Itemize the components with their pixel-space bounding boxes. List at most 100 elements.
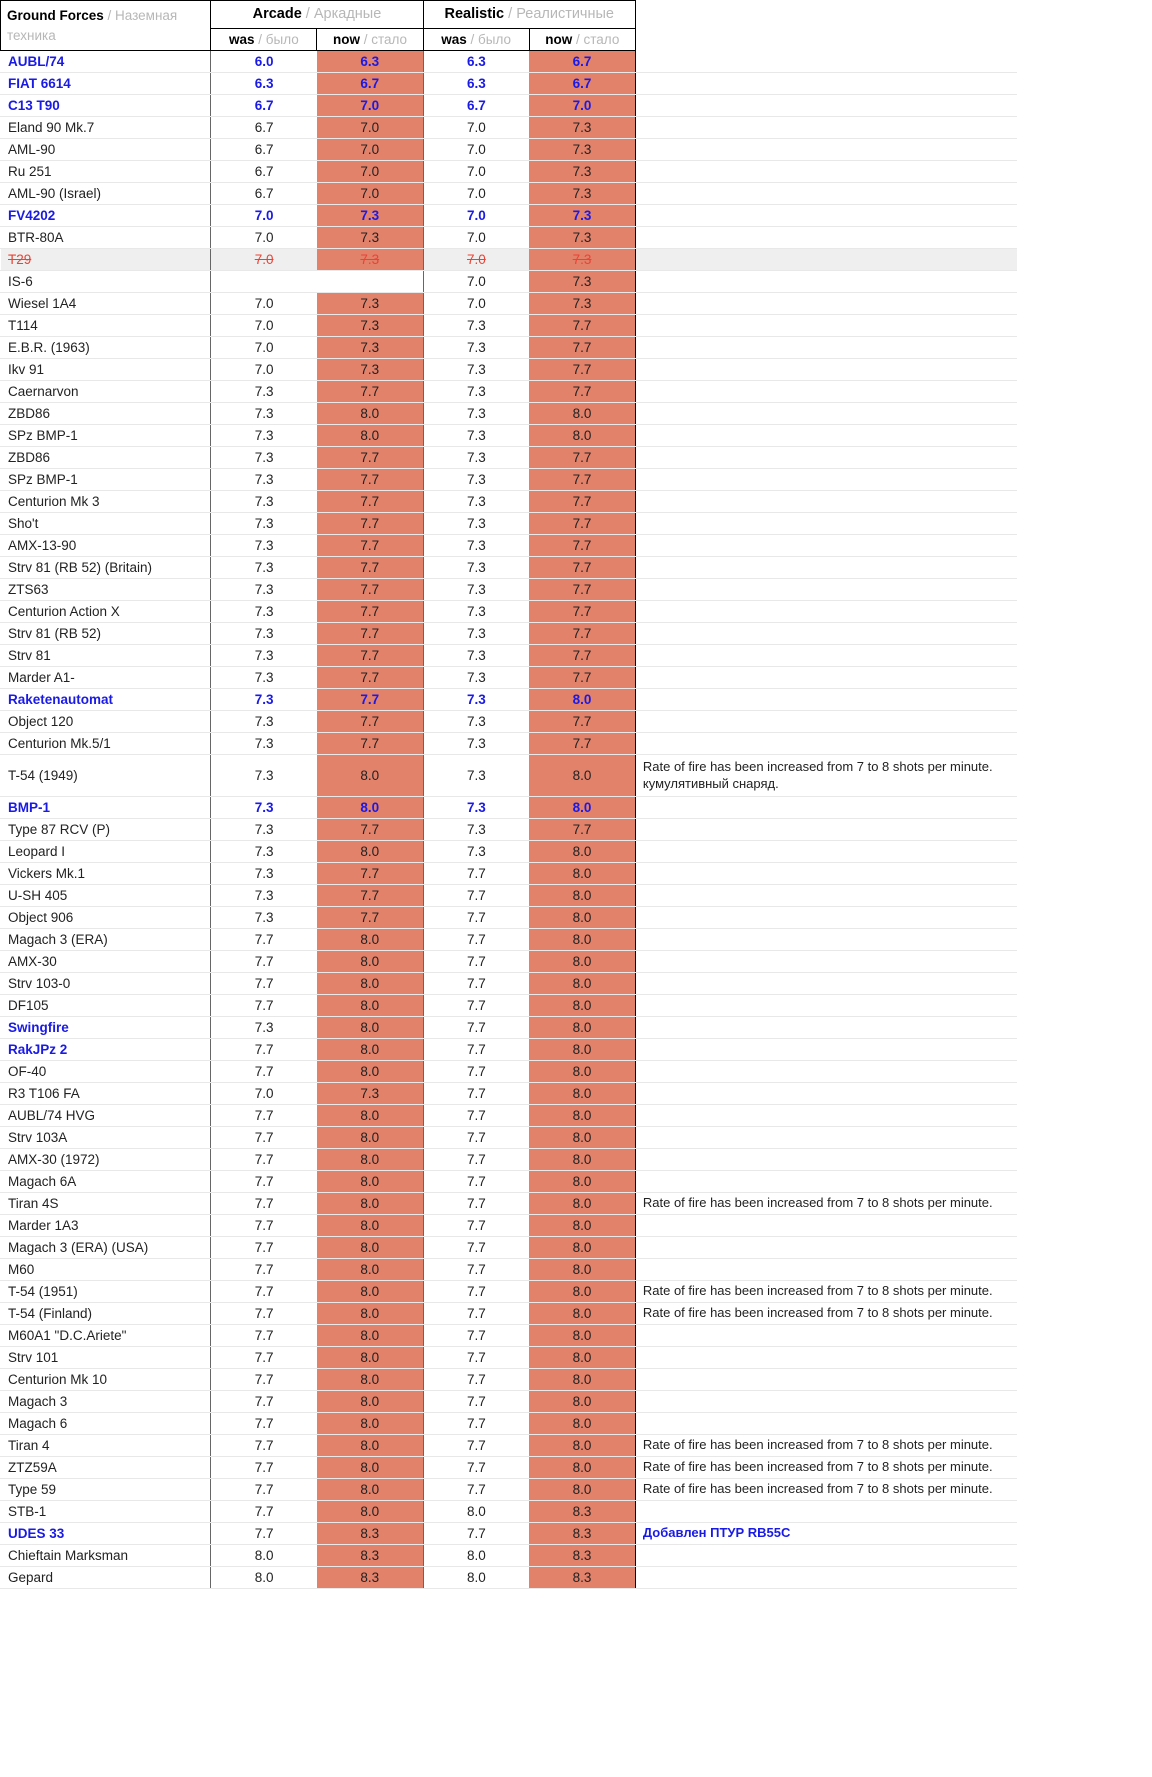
table-row[interactable]: Type 87 RCV (P) 7.3 7.7 7.3 7.7 bbox=[0, 818, 1017, 842]
table-row[interactable]: AML-90 (Israel) 6.7 7.0 7.0 7.3 bbox=[0, 182, 1017, 206]
table-row[interactable]: Magach 3 (ERA) 7.7 8.0 7.7 8.0 bbox=[0, 928, 1017, 952]
table-row[interactable]: Strv 103-0 7.7 8.0 7.7 8.0 bbox=[0, 972, 1017, 996]
row-realistic-now: 7.3 bbox=[529, 182, 636, 206]
table-row[interactable]: Tiran 4S 7.7 8.0 7.7 8.0 Rate of fire has bee… bbox=[0, 1192, 1017, 1216]
table-row[interactable]: STB-1 7.7 8.0 8.0 8.3 bbox=[0, 1500, 1017, 1524]
table-row[interactable]: AML-90 6.7 7.0 7.0 7.3 bbox=[0, 138, 1017, 162]
table-row[interactable]: Ikv 91 7.0 7.3 7.3 7.7 bbox=[0, 358, 1017, 382]
row-realistic-was: 7.7 bbox=[423, 928, 530, 952]
row-arcade-was: 7.3 bbox=[210, 754, 317, 798]
row-realistic-was: 7.3 bbox=[423, 358, 530, 382]
row-realistic-was: 7.7 bbox=[423, 906, 530, 930]
table-row[interactable]: UDES 33 7.7 8.3 7.7 8.3 Добавлен ПТУР RB55C bbox=[0, 1522, 1017, 1546]
row-vehicle-name: Strv 101 bbox=[0, 1346, 212, 1370]
row-vehicle-name: Centurion Mk 3 bbox=[0, 490, 212, 514]
header-realistic-was-ru: было bbox=[478, 32, 512, 48]
table-row[interactable]: M60 7.7 8.0 7.7 8.0 bbox=[0, 1258, 1017, 1282]
br-changes-table: Ground Forces / Наземная техника Arcade … bbox=[0, 0, 1017, 1590]
table-row[interactable]: FIAT 6614 6.3 6.7 6.3 6.7 bbox=[0, 72, 1017, 96]
table-row[interactable]: T-54 (1949) 7.3 8.0 7.3 8.0 Rate of fire has … bbox=[0, 754, 1017, 798]
row-realistic-now: 7.7 bbox=[529, 622, 636, 646]
table-row[interactable]: Magach 3 7.7 8.0 7.7 8.0 bbox=[0, 1390, 1017, 1414]
table-row[interactable]: Strv 81 7.3 7.7 7.3 7.7 bbox=[0, 644, 1017, 668]
table-row[interactable]: Object 906 7.3 7.7 7.7 8.0 bbox=[0, 906, 1017, 930]
table-row[interactable]: AMX-13-90 7.3 7.7 7.3 7.7 bbox=[0, 534, 1017, 558]
table-row[interactable]: Vickers Mk.1 7.3 7.7 7.7 8.0 bbox=[0, 862, 1017, 886]
row-realistic-was: 7.3 bbox=[423, 556, 530, 580]
table-row[interactable]: Swingfire 7.3 8.0 7.7 8.0 bbox=[0, 1016, 1017, 1040]
table-row[interactable]: Caernarvon 7.3 7.7 7.3 7.7 bbox=[0, 380, 1017, 404]
table-row[interactable]: SPz BMP-1 7.3 7.7 7.3 7.7 bbox=[0, 468, 1017, 492]
table-row[interactable]: ZBD86 7.3 8.0 7.3 8.0 bbox=[0, 402, 1017, 426]
table-row[interactable]: Centurion Mk 10 7.7 8.0 7.7 8.0 bbox=[0, 1368, 1017, 1392]
row-comment bbox=[635, 160, 1017, 184]
table-row[interactable]: IS-6 7.0 7.3 bbox=[0, 270, 1017, 294]
table-row[interactable]: M60A1 "D.C.Ariete" 7.7 8.0 7.7 8.0 bbox=[0, 1324, 1017, 1348]
row-vehicle-name: Object 906 bbox=[0, 906, 212, 930]
row-arcade-now: 7.7 bbox=[316, 556, 424, 580]
table-row[interactable]: Leopard I 7.3 8.0 7.3 8.0 bbox=[0, 840, 1017, 864]
table-row[interactable]: Gepard 8.0 8.3 8.0 8.3 bbox=[0, 1566, 1017, 1590]
table-row[interactable]: ZBD86 7.3 7.7 7.3 7.7 bbox=[0, 446, 1017, 470]
table-row[interactable]: BTR-80A 7.0 7.3 7.0 7.3 bbox=[0, 226, 1017, 250]
row-comment: Rate of fire has been increased from 7 t… bbox=[635, 1192, 1017, 1216]
table-row[interactable]: Wiesel 1A4 7.0 7.3 7.0 7.3 bbox=[0, 292, 1017, 316]
row-comment bbox=[635, 994, 1017, 1018]
table-row[interactable]: Centurion Mk.5/1 7.3 7.7 7.3 7.7 bbox=[0, 732, 1017, 756]
table-row[interactable]: Marder 1A3 7.7 8.0 7.7 8.0 bbox=[0, 1214, 1017, 1238]
table-row[interactable]: Strv 103A 7.7 8.0 7.7 8.0 bbox=[0, 1126, 1017, 1150]
row-realistic-was: 7.3 bbox=[423, 818, 530, 842]
table-row[interactable]: AUBL/74 HVG 7.7 8.0 7.7 8.0 bbox=[0, 1104, 1017, 1128]
table-row[interactable]: Magach 6 7.7 8.0 7.7 8.0 bbox=[0, 1412, 1017, 1436]
table-row[interactable]: R3 T106 FA 7.0 7.3 7.7 8.0 bbox=[0, 1082, 1017, 1106]
table-row[interactable]: Strv 81 (RB 52) 7.3 7.7 7.3 7.7 bbox=[0, 622, 1017, 646]
table-row[interactable]: Magach 6A 7.7 8.0 7.7 8.0 bbox=[0, 1170, 1017, 1194]
header-arcade-was-en: was bbox=[228, 32, 255, 48]
row-vehicle-name: Leopard I bbox=[0, 840, 212, 864]
table-row[interactable]: Marder A1- 7.3 7.7 7.3 7.7 bbox=[0, 666, 1017, 690]
table-row[interactable]: Chieftain Marksman 8.0 8.3 8.0 8.3 bbox=[0, 1544, 1017, 1568]
header-arcade-was: was / было bbox=[210, 28, 318, 52]
table-row[interactable]: C13 T90 6.7 7.0 6.7 7.0 bbox=[0, 94, 1017, 118]
table-row[interactable]: Centurion Action X 7.3 7.7 7.3 7.7 bbox=[0, 600, 1017, 624]
table-row[interactable]: Strv 101 7.7 8.0 7.7 8.0 bbox=[0, 1346, 1017, 1370]
table-row[interactable]: Object 120 7.3 7.7 7.3 7.7 bbox=[0, 710, 1017, 734]
table-row[interactable]: Eland 90 Mk.7 6.7 7.0 7.0 7.3 bbox=[0, 116, 1017, 140]
row-comment bbox=[635, 358, 1017, 382]
table-row[interactable]: AMX-30 7.7 8.0 7.7 8.0 bbox=[0, 950, 1017, 974]
row-realistic-now: 8.0 bbox=[529, 1478, 636, 1502]
table-row[interactable]: Magach 3 (ERA) (USA) 7.7 8.0 7.7 8.0 bbox=[0, 1236, 1017, 1260]
row-comment bbox=[635, 248, 1017, 272]
table-row[interactable]: ZTZ59A 7.7 8.0 7.7 8.0 Rate of fire has been … bbox=[0, 1456, 1017, 1480]
table-row[interactable]: T29 7.0 7.3 7.0 7.3 bbox=[0, 248, 1017, 272]
table-row[interactable]: FV4202 7.0 7.3 7.0 7.3 bbox=[0, 204, 1017, 228]
row-vehicle-name: T-54 (1949) bbox=[0, 754, 212, 798]
table-row[interactable]: OF-40 7.7 8.0 7.7 8.0 bbox=[0, 1060, 1017, 1084]
table-row[interactable]: SPz BMP-1 7.3 8.0 7.3 8.0 bbox=[0, 424, 1017, 448]
row-comment bbox=[635, 906, 1017, 930]
table-row[interactable]: AMX-30 (1972) 7.7 8.0 7.7 8.0 bbox=[0, 1148, 1017, 1172]
table-row[interactable]: Raketenautomat 7.3 7.7 7.3 8.0 bbox=[0, 688, 1017, 712]
table-row[interactable]: BMP-1 7.3 8.0 7.3 8.0 bbox=[0, 796, 1017, 820]
table-row[interactable]: Centurion Mk 3 7.3 7.7 7.3 7.7 bbox=[0, 490, 1017, 514]
table-row[interactable]: T-54 (1951) 7.7 8.0 7.7 8.0 Rate of fire has … bbox=[0, 1280, 1017, 1304]
table-row[interactable]: ZTS63 7.3 7.7 7.3 7.7 bbox=[0, 578, 1017, 602]
row-arcade-now: 7.7 bbox=[316, 906, 424, 930]
row-arcade-was: 7.7 bbox=[210, 994, 317, 1018]
row-realistic-now: 8.0 bbox=[529, 1390, 636, 1414]
table-row[interactable]: T114 7.0 7.3 7.3 7.7 bbox=[0, 314, 1017, 338]
table-row[interactable]: Strv 81 (RB 52) (Britain) 7.3 7.7 7.3 7.7 bbox=[0, 556, 1017, 580]
table-row[interactable]: U-SH 405 7.3 7.7 7.7 8.0 bbox=[0, 884, 1017, 908]
row-arcade-was: 7.0 bbox=[210, 336, 317, 360]
table-row[interactable]: Sho't 7.3 7.7 7.3 7.7 bbox=[0, 512, 1017, 536]
table-row[interactable]: T-54 (Finland) 7.7 8.0 7.7 8.0 Rate of fire h… bbox=[0, 1302, 1017, 1326]
table-row[interactable]: Tiran 4 7.7 8.0 7.7 8.0 Rate of fire has been… bbox=[0, 1434, 1017, 1458]
table-row[interactable]: Ru 251 6.7 7.0 7.0 7.3 bbox=[0, 160, 1017, 184]
table-row[interactable]: Type 59 7.7 8.0 7.7 8.0 Rate of fire has been… bbox=[0, 1478, 1017, 1502]
row-realistic-was: 7.7 bbox=[423, 1082, 530, 1106]
table-row[interactable]: AUBL/74 6.0 6.3 6.3 6.7 bbox=[0, 50, 1017, 74]
table-row[interactable]: RakJPz 2 7.7 8.0 7.7 8.0 bbox=[0, 1038, 1017, 1062]
table-row[interactable]: E.B.R. (1963) 7.0 7.3 7.3 7.7 bbox=[0, 336, 1017, 360]
table-body: AUBL/74 6.0 6.3 6.3 6.7 FIAT 6614 6.3 6.7 6.3 6.7… bbox=[0, 50, 1017, 1590]
table-row[interactable]: DF105 7.7 8.0 7.7 8.0 bbox=[0, 994, 1017, 1018]
